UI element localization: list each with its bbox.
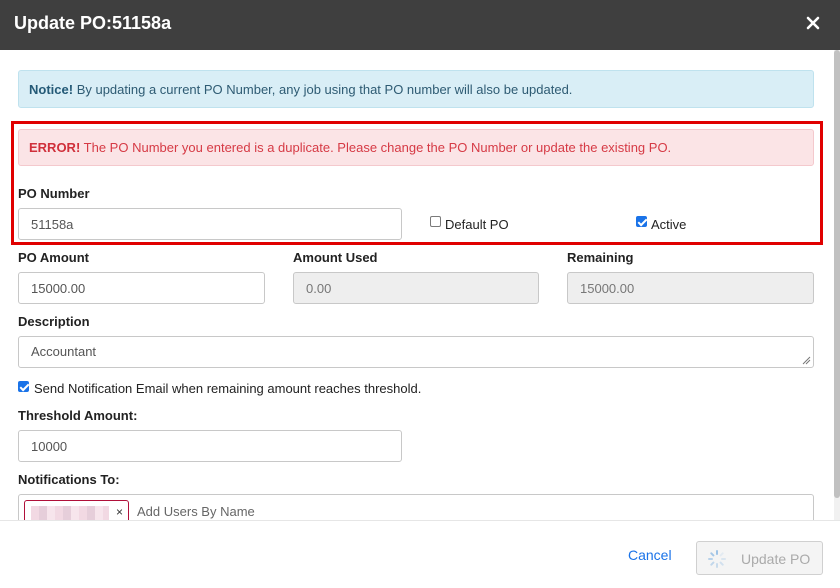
po-amount-input[interactable]: 15000.00 [18, 272, 265, 304]
default-po-checkbox[interactable] [430, 216, 441, 227]
update-po-button[interactable]: Update PO [696, 541, 823, 575]
notice-text: By updating a current PO Number, any job… [76, 82, 573, 97]
notifications-label: Notifications To: [18, 472, 120, 487]
modal-header: Update PO:51158a [0, 0, 840, 50]
po-number-input[interactable]: 51158a [18, 208, 402, 240]
active-label: Active [651, 217, 687, 232]
active-checkbox[interactable] [636, 216, 647, 227]
po-number-label: PO Number [18, 186, 90, 201]
cancel-button[interactable]: Cancel [628, 547, 672, 563]
send-notification-checkbox[interactable] [18, 381, 29, 392]
error-strong: ERROR! [29, 140, 81, 155]
description-label: Description [18, 314, 90, 329]
modal-footer: Cancel Update PO [0, 520, 840, 588]
error-alert: ERROR! The PO Number you entered is a du… [18, 129, 814, 166]
remaining-input: 15000.00 [567, 272, 814, 304]
close-icon[interactable] [804, 12, 822, 34]
update-po-label: Update PO [741, 551, 811, 567]
amount-used-input: 0.00 [293, 272, 539, 304]
user-tag: × [24, 500, 129, 520]
remove-tag-icon[interactable]: × [116, 505, 123, 519]
modal-title: Update PO:51158a [14, 13, 172, 33]
po-amount-label: PO Amount [18, 250, 90, 265]
modal-body: Notice! By updating a current PO Number,… [0, 50, 840, 520]
resize-handle-icon[interactable] [802, 356, 811, 365]
send-notification-label: Send Notification Email when remaining a… [34, 381, 422, 396]
user-tag-name-redacted [31, 506, 109, 520]
notifications-input[interactable]: × Add Users By Name [18, 494, 814, 520]
threshold-input[interactable]: 10000 [18, 430, 402, 462]
amount-used-label: Amount Used [293, 250, 378, 265]
scrollbar[interactable] [834, 50, 840, 520]
description-textarea[interactable]: Accountant [18, 336, 814, 368]
threshold-label: Threshold Amount: [18, 408, 138, 423]
default-po-label: Default PO [445, 217, 509, 232]
remaining-label: Remaining [567, 250, 634, 265]
scrollbar-thumb[interactable] [834, 50, 840, 498]
notifications-placeholder: Add Users By Name [137, 504, 255, 519]
error-text: The PO Number you entered is a duplicate… [83, 140, 672, 155]
description-value: Accountant [31, 344, 97, 359]
spinner-icon [708, 550, 726, 568]
notice-alert: Notice! By updating a current PO Number,… [18, 70, 814, 108]
notice-strong: Notice! [29, 82, 74, 97]
